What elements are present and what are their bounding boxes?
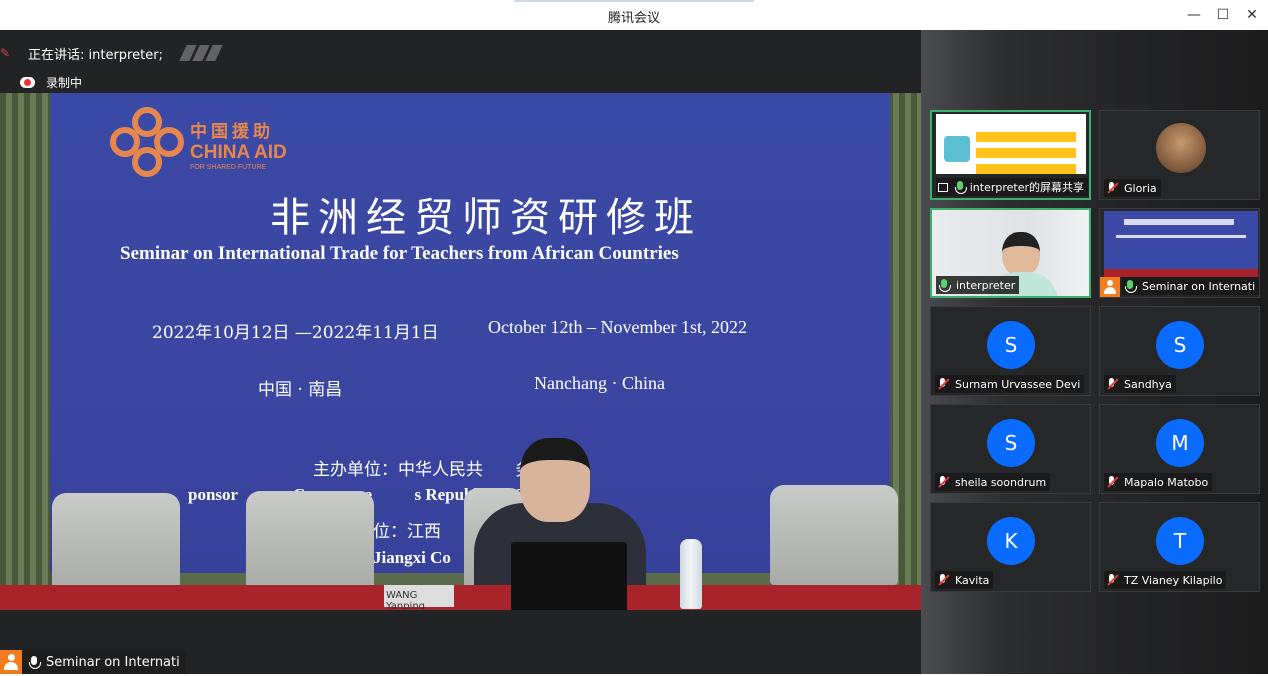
participant-name-label: TZ Vianey Kilapilo	[1104, 571, 1227, 589]
main-video-area[interactable]: ✎ 正在讲话: interpreter; 录制中 中国援助 CHINA AID …	[0, 30, 921, 674]
water-bottle	[680, 539, 702, 609]
nameplate: WANG Yanping	[384, 585, 454, 610]
participant-sidebar: interpreter的屏幕共享 Gloria interpreter Semi…	[921, 30, 1268, 674]
avatar: S	[987, 321, 1035, 369]
avatar: M	[1156, 419, 1204, 467]
title-accent	[514, 0, 754, 2]
logo-text: 中国援助 CHINA AID FOR SHARED FUTURE	[190, 117, 287, 171]
participant-tile[interactable]: T TZ Vianey Kilapilo	[1099, 502, 1260, 592]
participant-name-label: sheila soondrum	[935, 473, 1051, 491]
speaking-indicator: ✎ 正在讲话: interpreter;	[0, 44, 223, 63]
mic-muted-icon	[1106, 574, 1118, 586]
mic-muted-icon	[1106, 378, 1118, 390]
participant-name-label: Gloria	[1104, 179, 1161, 197]
share-thumbnail	[936, 114, 1086, 174]
participant-name-label: Sandhya	[1104, 375, 1176, 393]
participant-name-label: interpreter	[936, 276, 1020, 294]
avatar: S	[987, 419, 1035, 467]
mic-muted-icon	[937, 476, 949, 488]
participant-tile[interactable]: S Sandhya	[1099, 306, 1260, 396]
avatar: K	[987, 517, 1035, 565]
title-bar: 腾讯会议 — ☐ ✕	[0, 0, 1268, 30]
china-aid-logo: 中国援助 CHINA AID FOR SHARED FUTURE	[110, 107, 287, 181]
avatar: T	[1156, 517, 1204, 565]
participant-tile[interactable]: interpreter	[930, 208, 1091, 298]
participant-name-label: Kavita	[935, 571, 994, 589]
logo-en: CHINA AID	[190, 142, 287, 163]
banner-location-zh: 中国 · 南昌	[258, 380, 343, 400]
maximize-button[interactable]: ☐	[1208, 4, 1238, 26]
knot-icon	[110, 107, 184, 181]
banner-dates-zh: 2022年10月12日 —2022年11月1日	[152, 323, 439, 343]
chair	[246, 491, 374, 591]
mic-muted-icon	[937, 574, 949, 586]
participant-tile[interactable]: M Mapalo Matobo	[1099, 404, 1260, 494]
mic-on-icon	[938, 279, 951, 292]
participant-name: Mapalo Matobo	[1124, 475, 1209, 489]
chair	[770, 485, 898, 585]
screen-share-icon	[938, 182, 949, 192]
participant-name: interpreter的屏幕共享	[969, 181, 1084, 194]
host-icon	[0, 650, 22, 674]
mic-muted-icon	[1106, 182, 1118, 194]
red-table	[0, 585, 921, 610]
participant-name: Gloria	[1124, 181, 1157, 195]
mic-icon	[28, 656, 41, 669]
video-feed	[1104, 211, 1258, 277]
participant-tile[interactable]: interpreter的屏幕共享	[930, 110, 1091, 200]
banner-dates-en: October 12th – November 1st, 2022	[488, 317, 747, 337]
participant-name-label: Seminar on Internati	[1122, 277, 1259, 295]
participant-tile[interactable]: K Kavita	[930, 502, 1091, 592]
participant-tile[interactable]: S Surnam Urvassee Devi	[930, 306, 1091, 396]
main-video-name: Seminar on Internati	[46, 654, 180, 670]
participant-name-label: Mapalo Matobo	[1104, 473, 1213, 491]
signal-icon	[179, 45, 223, 61]
participant-tile[interactable]: Gloria	[1099, 110, 1260, 200]
participant-name-label: interpreter的屏幕共享	[936, 178, 1088, 196]
banner-location-en: Nanchang · China	[534, 373, 665, 393]
participant-name: sheila soondrum	[955, 475, 1047, 489]
mic-on-icon	[954, 181, 967, 194]
logo-sub: FOR SHARED FUTURE	[190, 164, 267, 171]
participant-name: Surnam Urvassee Devi	[955, 377, 1081, 391]
participant-name-label: Surnam Urvassee Devi	[935, 375, 1085, 393]
participant-tile[interactable]: S sheila soondrum	[930, 404, 1091, 494]
recording-indicator[interactable]: 录制中	[20, 74, 82, 91]
curtain-left	[0, 93, 55, 610]
participant-name: Kavita	[955, 573, 990, 587]
avatar: S	[1156, 321, 1204, 369]
main-video-name-label: Seminar on Internati	[22, 650, 186, 674]
participant-name: Seminar on Internati	[1142, 279, 1256, 293]
participant-name: interpreter	[956, 278, 1016, 292]
window-title: 腾讯会议	[607, 11, 660, 26]
banner-title-zh: 非洲经贸师资研修班	[270, 195, 702, 241]
banner-title-en: Seminar on International Trade for Teach…	[120, 243, 679, 264]
mic-icon: ✎	[0, 46, 11, 60]
minimize-button[interactable]: —	[1179, 4, 1209, 26]
speaking-label: 正在讲话: interpreter;	[28, 47, 163, 63]
participant-tile[interactable]: Seminar on Internati	[1099, 208, 1260, 298]
laptop	[511, 542, 627, 610]
mic-muted-icon	[937, 378, 949, 390]
participant-name: Sandhya	[1124, 377, 1172, 391]
avatar-photo	[1156, 123, 1206, 173]
cloud-record-icon	[20, 77, 35, 88]
close-button[interactable]: ✕	[1237, 4, 1267, 26]
logo-cn: 中国援助	[190, 122, 274, 141]
chair	[52, 493, 180, 593]
participant-name: TZ Vianey Kilapilo	[1124, 573, 1223, 587]
mic-muted-icon	[1106, 476, 1118, 488]
mic-on-icon	[1124, 280, 1137, 293]
shared-video: 中国援助 CHINA AID FOR SHARED FUTURE 非洲经贸师资研…	[0, 93, 921, 610]
host-icon	[1100, 277, 1120, 297]
recording-label: 录制中	[46, 76, 83, 90]
